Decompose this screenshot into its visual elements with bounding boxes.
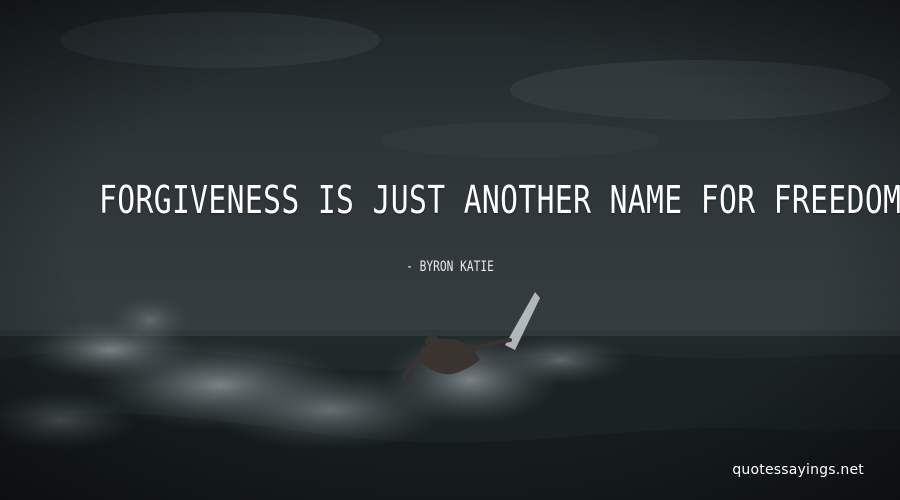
quote-text: FORGIVENESS IS JUST ANOTHER NAME FOR FRE… bbox=[99, 178, 900, 222]
quote-image: FORGIVENESS IS JUST ANOTHER NAME FOR FRE… bbox=[0, 0, 900, 500]
ocean-background bbox=[0, 0, 900, 500]
vignette bbox=[0, 0, 900, 500]
site-watermark[interactable]: quotessayings.net bbox=[732, 462, 864, 478]
quote-author: - BYRON KATIE bbox=[406, 259, 494, 275]
